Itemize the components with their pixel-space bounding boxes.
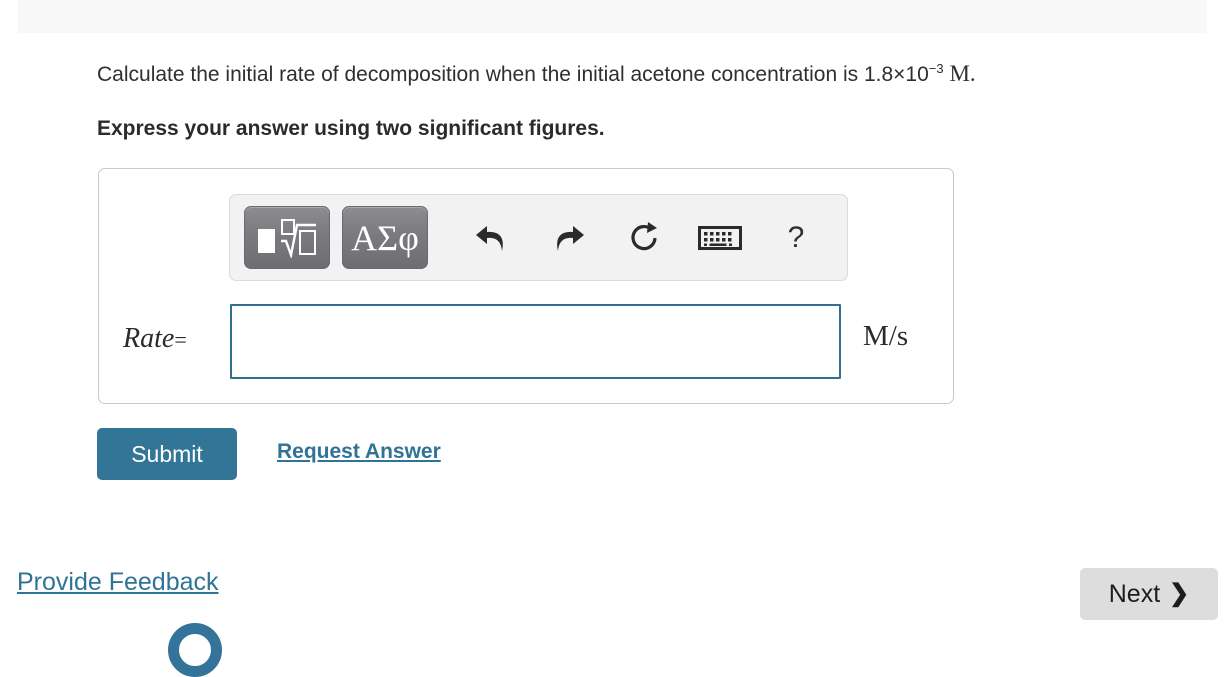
answer-units: M/s <box>863 320 909 352</box>
reset-button[interactable] <box>616 206 672 269</box>
undo-icon <box>476 225 503 251</box>
instruction-text: Express your answer using two significan… <box>97 117 605 140</box>
redo-button[interactable] <box>540 206 596 269</box>
question-text-before: Calculate the initial rate of decomposit… <box>97 63 864 86</box>
equals-sign: = <box>174 327 187 352</box>
question-text: Calculate the initial rate of decomposit… <box>97 60 976 89</box>
undo-button[interactable] <box>464 206 520 269</box>
square-root-template-icon <box>258 218 316 258</box>
next-button[interactable]: Next ❯ <box>1080 568 1218 620</box>
help-icon: ? <box>787 220 805 254</box>
rate-label: Rate= <box>123 323 187 355</box>
top-bar <box>18 0 1207 33</box>
answer-panel: ΑΣφ ? Rate= M/s <box>98 168 954 404</box>
request-answer-link[interactable]: Request Answer <box>277 440 441 464</box>
concentration-exponent: −3 <box>928 61 944 76</box>
math-toolbar: ΑΣφ ? <box>229 194 848 281</box>
rate-label-text: Rate <box>123 323 175 354</box>
concentration-unit: M <box>949 61 970 86</box>
submit-button[interactable]: Submit <box>97 428 237 480</box>
keyboard-icon <box>698 225 742 250</box>
concentration-value: 1.8×10−3 <box>863 61 944 86</box>
next-button-label: Next <box>1108 579 1161 608</box>
greek-symbols-button[interactable]: ΑΣφ <box>342 206 428 269</box>
greek-symbols-label: ΑΣφ <box>351 217 419 258</box>
reset-icon <box>631 221 657 250</box>
chevron-right-icon: ❯ <box>1169 580 1190 607</box>
help-button[interactable]: ? <box>768 206 824 269</box>
answer-input-row: Rate= M/s <box>99 304 953 386</box>
redo-icon <box>557 225 584 251</box>
keyboard-button[interactable] <box>692 206 748 269</box>
answer-input[interactable] <box>230 304 841 379</box>
loading-spinner-icon <box>168 623 222 677</box>
question-period: . <box>969 61 976 86</box>
provide-feedback-link[interactable]: Provide Feedback <box>17 568 219 597</box>
square-root-template-button[interactable] <box>244 206 330 269</box>
concentration-mantissa: 1.8×10 <box>863 63 929 86</box>
